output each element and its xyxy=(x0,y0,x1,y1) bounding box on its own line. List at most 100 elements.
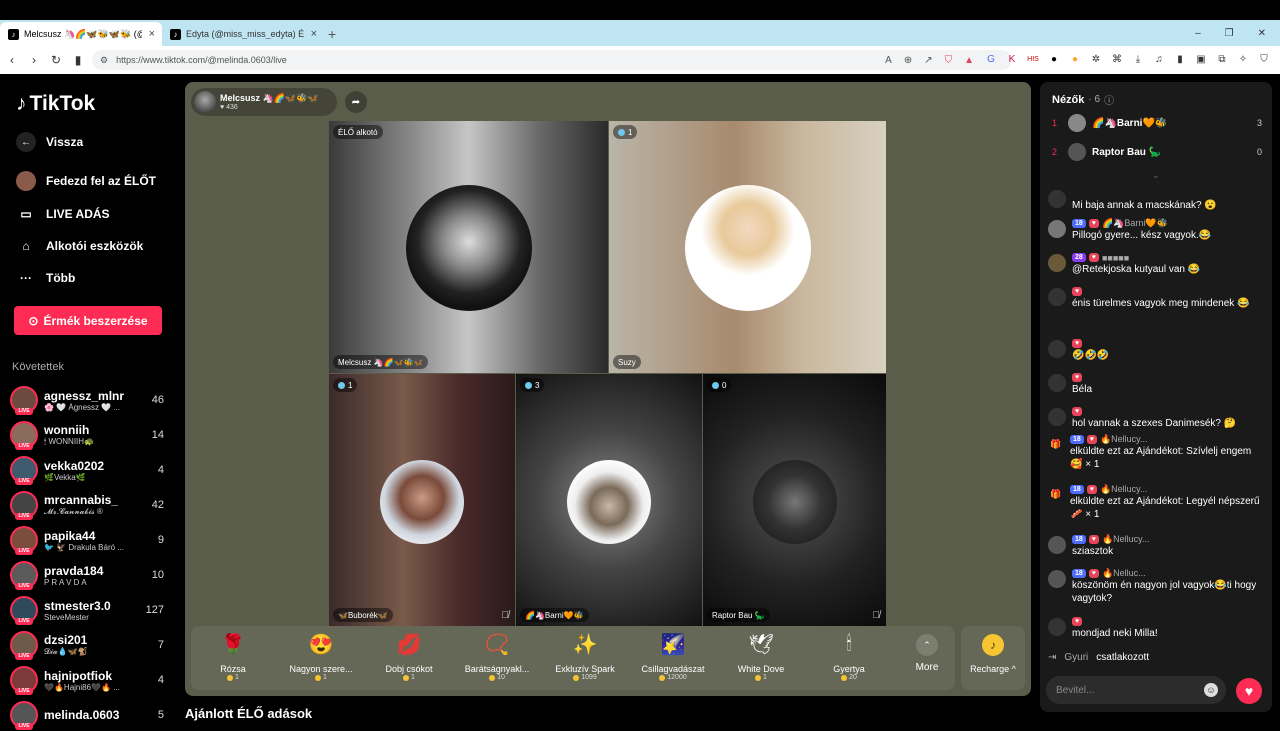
following-item[interactable]: LIVE mrcannabis_ 𝓜𝓻.𝓒𝓪𝓷𝓷𝓪𝓫𝓲𝓼 ® 42 xyxy=(10,489,168,521)
video-tile-buborek[interactable]: 1 🦋Buborék🦋 🎙̸ xyxy=(329,374,515,626)
following-item[interactable]: LIVE agnessz_mlnr 🌸 🤍 Ágnessz 🤍 ... 46 xyxy=(10,384,168,416)
back-link[interactable]: ← Vissza xyxy=(16,132,83,152)
chat-input[interactable]: Bevitel... ☺ xyxy=(1046,676,1226,704)
avatar[interactable] xyxy=(1048,340,1066,358)
ext-video-icon[interactable]: ● xyxy=(1048,53,1060,66)
message-header xyxy=(1072,188,1262,199)
screenshot-icon[interactable]: ⧉ xyxy=(1216,53,1228,66)
coin-icon xyxy=(573,674,580,681)
following-item[interactable]: LIVE hajnipotfiok 🖤🔥Hajni86🖤🔥 ... 4 xyxy=(10,664,168,696)
share-icon[interactable]: ↗ xyxy=(924,55,932,66)
avatar[interactable] xyxy=(1048,570,1066,588)
chevron-down-icon[interactable]: ⌄ xyxy=(1152,170,1160,181)
arrow-left-icon: ← xyxy=(16,132,36,152)
host-info[interactable]: Melcsusz 🦄🌈🦋🐝🦋 ♥ 436 xyxy=(191,88,337,116)
avatar[interactable] xyxy=(1048,374,1066,392)
chat-message: 18 ♥ 🔥Nellucy... sziasztok xyxy=(1048,534,1266,558)
video-tile-raptor[interactable]: 0 Raptor Bau 🦕 🎙̸ xyxy=(703,374,886,626)
maximize-button[interactable]: ❐ xyxy=(1225,28,1234,39)
avatar[interactable] xyxy=(1048,408,1066,426)
tab-melcsusz[interactable]: ♪ Melcsusz 🦄🌈🦋🐝🦋🐝 (@ × xyxy=(0,22,162,46)
message-user[interactable]: ■■■■■ xyxy=(1102,253,1129,263)
avatar[interactable] xyxy=(1048,190,1066,208)
back-icon[interactable]: ‹ xyxy=(2,53,22,67)
recharge-button[interactable]: ♪ Recharge ^ xyxy=(961,626,1025,690)
sidebar-icon[interactable]: ▮ xyxy=(1174,53,1186,66)
video-tile-suzy[interactable]: 1 Suzy xyxy=(609,121,886,373)
minimize-button[interactable]: – xyxy=(1195,28,1201,39)
music-icon[interactable]: ♫ xyxy=(1153,53,1165,66)
tab-edyta[interactable]: ♪ Edyta (@miss_miss_edyta) ÉLŐ a × xyxy=(162,22,324,46)
following-item[interactable]: LIVE dzsi201 𝓓𝓲𝓪💧🦋🐒 7 xyxy=(10,629,168,661)
message-user[interactable]: 🔥Nellucy... xyxy=(1100,434,1148,445)
gift-item[interactable]: ✨ Exkluzív Spark 1099 xyxy=(545,630,625,682)
gift-item[interactable]: 🕯 Gyertya 20 xyxy=(809,630,889,682)
video-tile-barni[interactable]: 3 🌈🦄Barni🧡🐝 xyxy=(516,374,702,626)
get-coins-button[interactable]: ⊙ Érmék beszerzése xyxy=(14,306,162,335)
refresh-icon[interactable]: ↻ xyxy=(46,53,66,67)
following-item[interactable]: LIVE pravda184 P R A V D A 10 xyxy=(10,559,168,591)
gift-item[interactable]: 😍 Nagyon szere... 1 xyxy=(281,630,361,682)
warning-icon[interactable]: ▲ xyxy=(964,55,974,66)
ext-puzzle-icon[interactable]: ✲ xyxy=(1090,53,1102,66)
zoom-icon[interactable]: ⊕ xyxy=(904,55,912,66)
message-user[interactable]: 🌈🦄Barni🧡🐝 xyxy=(1102,218,1168,229)
ext-code-icon[interactable]: ⌘ xyxy=(1111,53,1123,66)
avatar[interactable] xyxy=(1048,618,1066,636)
bookmark-icon[interactable]: ▮ xyxy=(68,53,88,67)
emoji-icon[interactable]: ☺ xyxy=(1204,683,1218,697)
nav-more[interactable]: ··· Több xyxy=(16,268,75,288)
top-viewer-row[interactable]: 2 Raptor Bau 🦕 0 xyxy=(1052,141,1264,163)
vpn-icon[interactable]: ⛉ xyxy=(1258,53,1270,66)
viewers-header[interactable]: Nézők · 6 ⓘ xyxy=(1052,92,1114,108)
nav-live-broadcast[interactable]: ▭ LIVE ADÁS xyxy=(16,204,109,224)
ext-color-icon[interactable]: ● xyxy=(1069,53,1081,66)
gift-icon: 😍 xyxy=(308,633,334,656)
gift-item[interactable]: 🌠 Csillagvadászat 12000 xyxy=(633,630,713,682)
share-arrow-icon[interactable]: ➦ xyxy=(345,91,367,113)
forward-icon[interactable]: › xyxy=(24,53,44,67)
message-user[interactable]: 🔥Nellucy... xyxy=(1100,484,1148,495)
more-gifts-button[interactable]: ⌃ More xyxy=(909,634,945,673)
ext-translate-icon[interactable]: G xyxy=(985,53,997,66)
user-badge: ♥ xyxy=(1086,485,1097,494)
gift-item[interactable]: 🌹 Rózsa 1 xyxy=(193,630,273,682)
tab-close-icon[interactable]: × xyxy=(149,28,155,40)
translate-icon[interactable]: A xyxy=(885,55,892,66)
gift-item[interactable]: 💋 Dobj csókot 1 xyxy=(369,630,449,682)
nav-explore-live[interactable]: Fedezd fel az ÉLŐT xyxy=(16,171,156,191)
following-item[interactable]: LIVE wonniih 🕯 WONNIIH🐢 14 xyxy=(10,419,168,451)
tiktok-logo[interactable]: ♪ TikTok xyxy=(16,92,95,116)
gift-price: 1 xyxy=(369,674,449,681)
avatar[interactable] xyxy=(1048,288,1066,306)
top-viewer-row[interactable]: 1 🌈🦄Barni🧡🐝 3 xyxy=(1052,112,1264,134)
download-icon[interactable]: ⤓ xyxy=(1132,53,1144,66)
gift-item[interactable]: 🕊 White Dove 1 xyxy=(721,630,801,682)
site-info-icon[interactable]: ⚙ xyxy=(100,55,108,66)
avatar[interactable] xyxy=(1048,536,1066,554)
video-tile-host[interactable]: ÉLŐ alkotó Melcsusz 🦄🌈🦋🐝🦋 xyxy=(329,121,608,373)
gift-item[interactable]: 📿 Barátságnyakl... 10 xyxy=(457,630,537,682)
following-item[interactable]: LIVE papika44 🐦 🦅 Drakula Báró ... 9 xyxy=(10,524,168,556)
close-window-button[interactable]: ✕ xyxy=(1258,28,1266,39)
sparkle-icon[interactable]: ✧ xyxy=(1237,53,1249,66)
avatar[interactable] xyxy=(1048,254,1066,272)
following-item[interactable]: LIVE melinda.0603 5 xyxy=(10,699,168,731)
url-field[interactable]: ⚙ https://www.tiktok.com/@melinda.0603/l… xyxy=(92,50,1012,70)
wallet-icon[interactable]: ▣ xyxy=(1195,53,1207,66)
avatar[interactable] xyxy=(1048,220,1066,238)
message-user[interactable]: 🔥Nellucy... xyxy=(1102,534,1150,545)
viewer-name: 🌈🦄Barni🧡🐝 xyxy=(1092,117,1168,129)
following-item[interactable]: LIVE stmester3.0 SteveMester 127 xyxy=(10,594,168,626)
new-tab-button[interactable]: + xyxy=(328,26,336,46)
heart-icon[interactable]: ♥ xyxy=(1236,678,1262,704)
info-icon[interactable]: ⓘ xyxy=(1104,92,1114,107)
message-user[interactable]: 🔥Nelluc... xyxy=(1102,568,1146,579)
nav-creator-tools[interactable]: ⌂ Alkotói eszközök xyxy=(16,236,143,256)
tab-close-icon[interactable]: × xyxy=(311,28,317,40)
host-avatar[interactable] xyxy=(194,91,216,113)
ext-his-icon[interactable]: HIS xyxy=(1027,53,1039,66)
ext-k-icon[interactable]: K xyxy=(1006,53,1018,66)
following-item[interactable]: LIVE vekka0202 🌿Vekka🌿 4 xyxy=(10,454,168,486)
shield-icon[interactable]: ⛉ xyxy=(945,55,953,66)
